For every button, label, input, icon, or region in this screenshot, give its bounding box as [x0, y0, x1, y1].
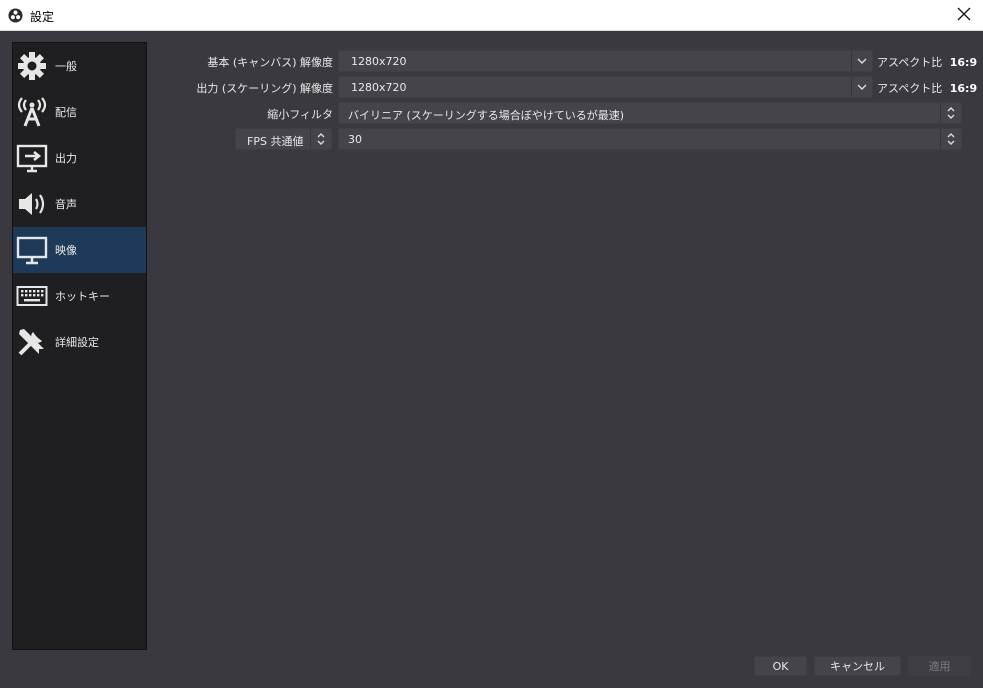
apply-button[interactable]: 適用: [908, 656, 971, 676]
aspect-label: アスペクト比: [877, 56, 943, 69]
aspect-label: アスペクト比: [877, 82, 943, 95]
chevron-down-icon[interactable]: [851, 51, 872, 71]
fps-row: FPS 共通値 30: [155, 128, 963, 150]
chevron-down-icon[interactable]: [851, 77, 872, 97]
broadcast-tower-icon: [15, 95, 49, 129]
fps-value-combo[interactable]: 30: [338, 128, 962, 150]
aspect-value: 16:9: [949, 82, 978, 95]
window-title: 設定: [30, 10, 55, 24]
output-resolution-row: 出力 (スケーリング) 解像度 1280x720 アスペクト比 16:9: [155, 76, 977, 98]
downscale-filter-combo[interactable]: バイリニア (スケーリングする場合ぼやけているが最速): [338, 102, 962, 124]
gear-icon: [15, 49, 49, 83]
sidebar-item-output[interactable]: 出力: [13, 135, 146, 181]
sidebar-item-hotkeys[interactable]: ホットキー: [13, 273, 146, 319]
downscale-filter-value: バイリニア (スケーリングする場合ぼやけているが最速): [348, 109, 625, 122]
sidebar-item-stream[interactable]: 配信: [13, 89, 146, 135]
sidebar-item-label: ホットキー: [55, 290, 110, 303]
sidebar-item-label: 音声: [55, 198, 77, 211]
output-aspect-ratio: アスペクト比 16:9: [877, 80, 977, 96]
speaker-icon: [15, 187, 49, 221]
sidebar-item-label: 映像: [55, 244, 77, 257]
base-resolution-row: 基本 (キャンバス) 解像度 1280x720 アスペクト比 16:9: [155, 50, 977, 72]
monitor-icon: [15, 233, 49, 267]
base-resolution-value: 1280x720: [351, 55, 407, 68]
fps-type-combo[interactable]: FPS 共通値: [235, 128, 332, 150]
output-monitor-icon: [15, 141, 49, 175]
output-resolution-combo[interactable]: 1280x720: [338, 76, 873, 98]
tools-icon: [15, 325, 49, 359]
base-aspect-ratio: アスペクト比 16:9: [877, 54, 977, 70]
sidebar-item-advanced[interactable]: 詳細設定: [13, 319, 146, 365]
sidebar-item-label: 配信: [55, 106, 77, 119]
obs-logo-icon: [8, 8, 23, 23]
chevron-updown-icon[interactable]: [310, 129, 331, 149]
chevron-updown-icon[interactable]: [940, 103, 961, 123]
fps-type-value: FPS 共通値: [247, 135, 304, 148]
keyboard-icon: [15, 279, 49, 313]
aspect-value: 16:9: [949, 56, 978, 69]
ok-button[interactable]: OK: [754, 656, 807, 676]
title-bar: 設定: [0, 0, 983, 31]
output-resolution-label: 出力 (スケーリング) 解像度: [196, 82, 333, 95]
chevron-updown-icon[interactable]: [940, 129, 961, 149]
close-icon[interactable]: [955, 5, 973, 23]
sidebar-item-label: 詳細設定: [55, 336, 99, 349]
base-resolution-combo[interactable]: 1280x720: [338, 50, 873, 72]
settings-sidebar: 一般 配信 出力 音声 映像 ホットキー 詳細設定: [12, 42, 147, 650]
fps-value: 30: [348, 133, 362, 146]
sidebar-item-label: 一般: [55, 60, 77, 73]
sidebar-item-label: 出力: [55, 152, 77, 165]
cancel-button[interactable]: キャンセル: [814, 656, 901, 676]
sidebar-item-video[interactable]: 映像: [13, 227, 146, 273]
sidebar-item-general[interactable]: 一般: [13, 43, 146, 89]
downscale-filter-row: 縮小フィルタ バイリニア (スケーリングする場合ぼやけているが最速): [155, 102, 963, 124]
base-resolution-label: 基本 (キャンバス) 解像度: [207, 56, 333, 69]
sidebar-item-audio[interactable]: 音声: [13, 181, 146, 227]
downscale-filter-label: 縮小フィルタ: [267, 108, 333, 121]
output-resolution-value: 1280x720: [351, 81, 407, 94]
